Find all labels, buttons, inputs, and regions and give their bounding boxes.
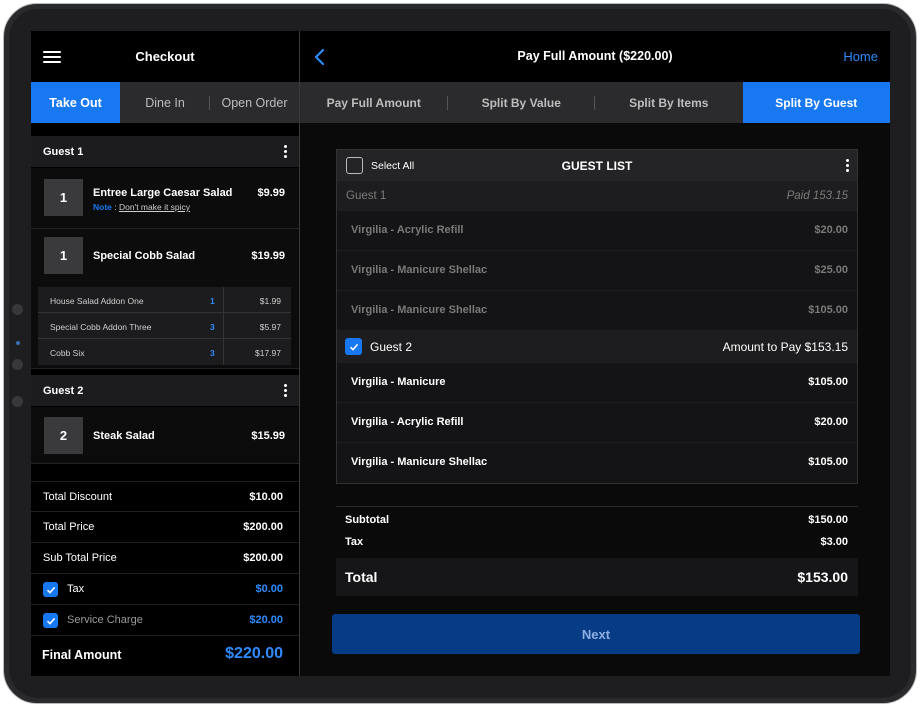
guest-2-row: Guest 2 Amount to Pay $153.15 [337,330,857,363]
sub-total-row: Sub Total Price $200.00 [31,543,299,574]
tab-pay-full-amount[interactable]: Pay Full Amount [300,82,448,123]
item-note: Note : Don't make it spicy [93,202,191,212]
checkout-title: Checkout [135,49,195,64]
order-item[interactable]: 2 Steak Salad $15.99 [31,407,299,464]
item-quantity[interactable]: 1 [44,237,83,274]
checkmark-icon [349,343,358,351]
split-mode-tabs: Pay Full Amount Split By Value Split By … [300,82,890,123]
payment-header: Pay Full Amount ($220.00) Home [300,31,890,82]
divider [336,506,858,507]
checkmark-icon [46,617,55,625]
amount-to-pay: Amount to Pay $153.15 [722,340,848,354]
final-amount-row: Final Amount $220.00 [42,645,283,662]
paid-status: Paid 153.15 [786,190,848,202]
total-price-row: Total Price $200.00 [31,512,299,543]
guest-1-header: Guest 1 [31,136,299,167]
list-item: Virgilia - Acrylic Refill $20.00 [337,211,857,251]
list-item[interactable]: Virgilia - Manicure Shellac $105.00 [337,443,857,483]
item-quantity[interactable]: 2 [44,417,83,454]
tab-dine-in[interactable]: Dine In [120,82,210,123]
addon-list: House Salad Addon One 1 $1.99 Special Co… [38,287,291,365]
list-item[interactable]: Virgilia - Acrylic Refill $20.00 [337,403,857,443]
tab-open-order[interactable]: Open Order [210,82,299,123]
list-item: Virgilia - Manicure Shellac $105.00 [337,291,857,331]
tab-split-by-guest[interactable]: Split By Guest [742,82,890,123]
guest-list: Select All GUEST LIST Guest 1 Paid 153.1… [336,149,858,484]
kebab-icon[interactable] [284,384,287,399]
tax-row: Tax $3.00 [345,536,848,548]
list-item: Virgilia - Manicure Shellac $25.00 [337,251,857,291]
list-item[interactable]: Virgilia - Manicure $105.00 [337,363,857,403]
tab-take-out[interactable]: Take Out [31,82,120,123]
item-price: $9.99 [257,187,285,199]
checkmark-icon [46,586,55,594]
payment-panel: Pay Full Amount ($220.00) Home Pay Full … [300,31,890,676]
guest-1-row: Guest 1 Paid 153.15 [337,181,857,211]
service-charge-checkbox[interactable] [43,613,58,628]
total-discount-row: Total Discount $10.00 [31,481,299,512]
tablet-side-sensors [12,304,26,433]
item-quantity[interactable]: 1 [44,179,83,216]
item-name: Entree Large Caesar Salad [93,187,233,199]
guest-2-checkbox[interactable] [345,338,362,355]
checkout-header: Checkout [31,31,299,82]
payment-title: Pay Full Amount ($220.00) [517,49,673,63]
guest-2-header: Guest 2 [31,375,299,406]
subtotal-row: Subtotal $150.00 [345,514,848,526]
order-item[interactable]: 1 Entree Large Caesar Salad $9.99 Note :… [31,168,299,229]
tab-split-by-items[interactable]: Split By Items [595,82,743,123]
app-screen: Checkout Take Out Dine In Open Order Gue… [31,31,890,676]
tax-checkbox[interactable] [43,582,58,597]
service-charge-row: Service Charge $20.00 [31,605,299,636]
checkout-panel: Checkout Take Out Dine In Open Order Gue… [31,31,299,676]
item-name: Steak Salad [93,430,155,442]
item-name: Special Cobb Salad [93,250,196,262]
item-price: $19.99 [251,250,285,262]
kebab-icon[interactable] [846,159,849,174]
addon-row: Special Cobb Addon Three 3 $5.97 [38,313,291,339]
kebab-icon[interactable] [284,145,287,160]
item-note-link[interactable]: Don't make it spicy [119,202,190,212]
home-link[interactable]: Home [843,49,878,64]
tab-split-by-value[interactable]: Split By Value [448,82,595,123]
guest-list-title: GUEST LIST [561,159,633,173]
order-type-tabs: Take Out Dine In Open Order [31,82,299,123]
tax-row: Tax $0.00 [31,574,299,605]
guest-list-header: Select All GUEST LIST [337,150,857,181]
total-row: Total $153.00 [336,558,858,596]
item-price: $15.99 [251,430,285,442]
addon-row: Cobb Six 3 $17.97 [38,339,291,365]
addon-row: House Salad Addon One 1 $1.99 [38,287,291,313]
next-button[interactable]: Next [332,614,860,654]
